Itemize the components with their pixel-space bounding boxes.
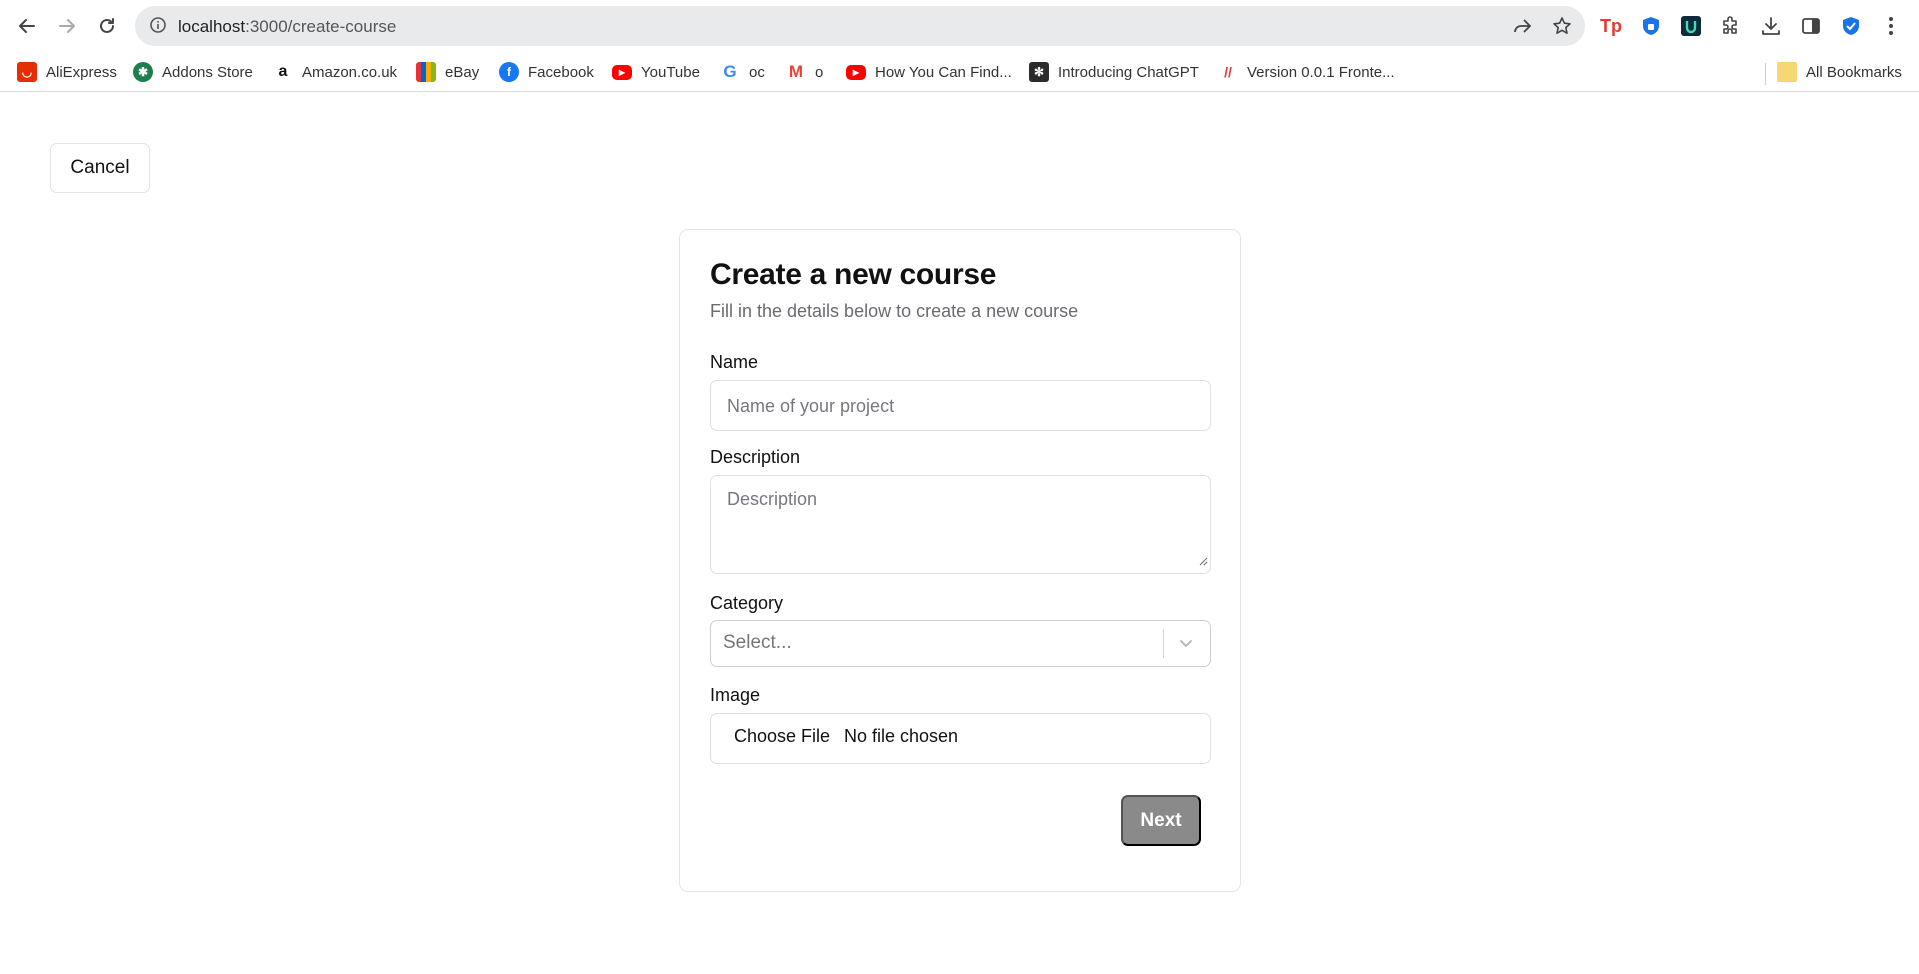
bookmarks-bar: ◡ AliExpress ✱ Addons Store a Amazon.co.… [0,51,1919,92]
menu-dots-icon[interactable] [1878,13,1904,39]
url-path: :3000/create-course [245,17,397,36]
name-placeholder: Name of your project [727,396,895,416]
category-placeholder: Select... [723,632,792,653]
bookmark-version[interactable]: // Version 0.0.1 Fronte... [1218,61,1395,83]
cancel-button[interactable]: Cancel [50,143,150,193]
bookmark-addons-store[interactable]: ✱ Addons Store [133,61,253,83]
back-icon[interactable] [12,11,42,41]
bookmark-aliexpress[interactable]: ◡ AliExpress [17,61,117,83]
browser-toolbar: localhost:3000/create-course Tp [0,0,1919,51]
folder-icon [1777,62,1797,82]
bookmark-youtube-video[interactable]: ▶ How You Can Find... [846,61,1012,83]
address-bar[interactable]: localhost:3000/create-course [135,6,1585,46]
bookmark-label: How You Can Find... [875,63,1012,81]
bookmark-label: o [815,63,824,81]
youtube-icon: ▶ [846,64,866,80]
next-button[interactable]: Next [1121,795,1201,846]
bookmark-label: AliExpress [46,63,117,81]
bitwarden-icon[interactable] [1838,13,1864,39]
google-icon: G [723,62,737,81]
choose-file-button[interactable]: Choose File [734,726,830,747]
name-input[interactable]: Name of your project [710,380,1211,431]
resize-handle-icon[interactable] [1198,553,1208,571]
download-icon[interactable] [1758,13,1784,39]
description-placeholder: Description [727,489,818,509]
url-host: localhost [178,17,246,36]
url-text: localhost:3000/create-course [178,17,396,37]
file-status: No file chosen [844,726,959,746]
bookmark-label: oc [749,63,765,81]
youtube-icon: ▶ [612,64,632,80]
page-content: Cancel Create a new course Fill in the d… [0,92,1919,974]
create-course-card: Create a new course Fill in the details … [679,229,1241,892]
page-title: Create a new course [710,258,997,291]
forward-icon[interactable] [52,11,82,41]
all-bookmarks-label: All Bookmarks [1806,63,1902,81]
chatgpt-icon: ✻ [1029,62,1049,82]
bookmark-label: Introducing ChatGPT [1058,63,1199,81]
tp-extension-icon[interactable]: Tp [1598,13,1624,39]
ebay-icon [416,62,436,82]
bookmark-label: Facebook [528,63,594,81]
u-extension-icon[interactable] [1678,13,1704,39]
side-panel-icon[interactable] [1798,13,1824,39]
bookmark-label: Amazon.co.uk [302,63,398,81]
bookmark-google[interactable]: G oc [720,61,765,83]
select-separator [1163,629,1164,658]
image-file-input[interactable]: Choose File No file chosen [710,713,1211,764]
aliexpress-icon: ◡ [17,62,37,82]
bookmark-label: eBay [445,63,480,81]
site-info-icon[interactable] [149,16,167,39]
description-label: Description [710,447,801,467]
shield-extension-icon[interactable] [1638,13,1664,39]
bookmarks-divider [1765,63,1766,85]
share-icon[interactable] [1511,15,1533,37]
reload-icon[interactable] [92,11,122,41]
image-label: Image [710,685,761,705]
facebook-icon: f [499,62,519,82]
bookmark-label: Version 0.0.1 Fronte... [1247,63,1395,81]
bookmark-label: YouTube [641,63,700,81]
bookmark-gmail[interactable]: M o [786,61,823,83]
gmail-icon: M [788,62,804,81]
puzzle-icon[interactable] [1718,13,1744,39]
category-select[interactable]: Select... [710,620,1211,667]
chevron-down-icon[interactable] [1176,633,1196,658]
name-label: Name [710,352,759,372]
bookmark-amazon[interactable]: a Amazon.co.uk [273,61,398,83]
monday-icon: // [1224,64,1232,80]
category-label: Category [710,593,784,613]
bookmark-ebay[interactable]: eBay [416,61,479,83]
bookmark-label: Addons Store [162,63,253,81]
description-textarea[interactable]: Description [710,475,1211,574]
page-subtitle: Fill in the details below to create a ne… [710,301,1079,321]
bookmark-facebook[interactable]: f Facebook [499,61,594,83]
addons-store-icon: ✱ [133,62,153,82]
amazon-icon: a [278,63,288,80]
bookmark-youtube[interactable]: ▶ YouTube [612,61,700,83]
all-bookmarks[interactable]: All Bookmarks [1777,61,1902,83]
bookmark-chatgpt[interactable]: ✻ Introducing ChatGPT [1029,61,1199,83]
star-icon[interactable] [1551,15,1573,37]
